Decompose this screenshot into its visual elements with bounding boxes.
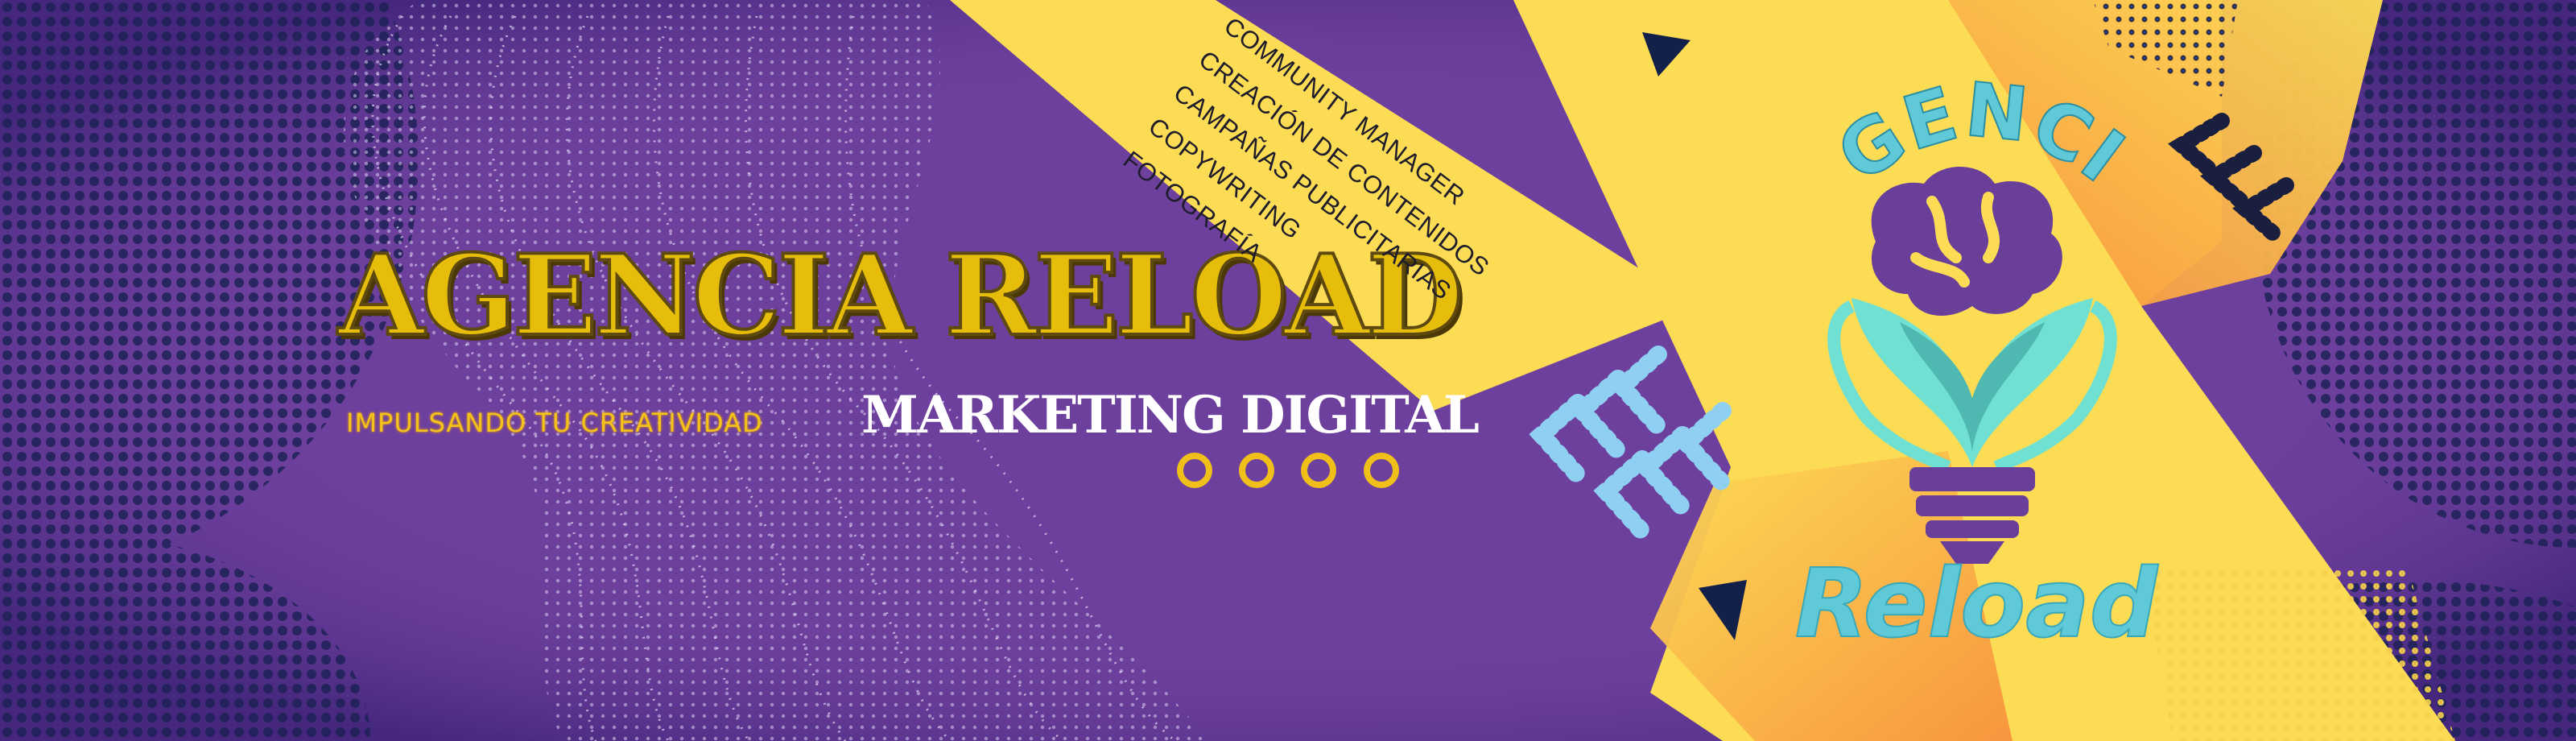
banner: AGENCIA Reload AGENCIA RELOAD [0,0,2576,741]
logo-bottom-text: Reload [1795,548,2159,659]
tagline: IMPULSANDO TU CREATIVIDAD [346,408,763,438]
halftone-yellow [2141,564,2455,741]
